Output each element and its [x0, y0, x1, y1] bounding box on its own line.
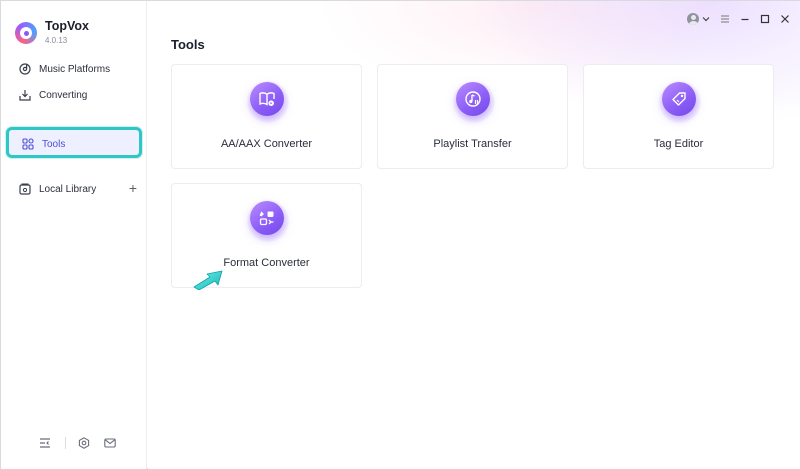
sidebar-item-label: Converting	[39, 89, 88, 101]
topvox-logo-icon	[15, 22, 37, 44]
minimize-icon[interactable]	[740, 14, 750, 24]
title-bar-controls	[677, 11, 790, 27]
main-content: Tools AA/AAX Converter Playlist Transfer…	[148, 1, 800, 469]
app-version: 4.0.13	[45, 36, 68, 45]
tool-card-label: AA/AAX Converter	[220, 138, 313, 150]
chevron-down-icon	[702, 17, 710, 22]
sidebar-item-label: Tools	[42, 138, 66, 150]
sidebar-item-music-platforms[interactable]: Music Platforms	[19, 56, 143, 82]
music-disc-icon	[19, 63, 31, 75]
maximize-icon[interactable]	[760, 14, 770, 24]
sidebar-item-label: Local Library	[39, 183, 97, 195]
sidebar-item-tools[interactable]: Tools	[6, 127, 142, 158]
tool-card-aa-aax-converter[interactable]: AA/AAX Converter	[171, 64, 362, 169]
pointer-arrow-icon	[193, 270, 223, 290]
user-account-menu[interactable]	[687, 13, 710, 25]
tool-card-label: Tag Editor	[653, 138, 704, 150]
close-icon[interactable]	[780, 14, 790, 24]
menu-icon[interactable]	[720, 14, 730, 24]
audiobook-icon	[250, 82, 284, 116]
download-tray-icon	[19, 89, 31, 101]
app-brand: TopVox 4.0.13	[15, 17, 89, 49]
tool-card-tag-editor[interactable]: Tag Editor	[583, 64, 774, 169]
add-library-button[interactable]: +	[129, 181, 137, 195]
format-swap-icon	[250, 201, 284, 235]
page-title: Tools	[171, 37, 205, 52]
settings-hex-icon[interactable]	[78, 437, 90, 449]
library-icon	[19, 183, 31, 195]
user-avatar-icon	[687, 13, 699, 25]
tool-card-label: Playlist Transfer	[433, 138, 512, 150]
divider	[65, 437, 66, 449]
tool-card-playlist-transfer[interactable]: Playlist Transfer	[377, 64, 568, 169]
sidebar-footer	[39, 437, 130, 449]
sidebar-item-label: Music Platforms	[39, 63, 111, 75]
sidebar-item-converting[interactable]: Converting	[19, 82, 143, 108]
playlist-music-icon	[456, 82, 490, 116]
sidebar: TopVox 4.0.13 Music Platforms Converting…	[1, 1, 147, 469]
sidebar-item-local-library[interactable]: Local Library +	[19, 176, 137, 202]
grid-icon	[22, 138, 34, 150]
mail-icon[interactable]	[104, 437, 116, 449]
app-name: TopVox	[45, 19, 89, 33]
collapse-sidebar-icon[interactable]	[39, 437, 51, 449]
app-window: TopVox 4.0.13 Music Platforms Converting…	[0, 0, 800, 469]
tag-icon	[662, 82, 696, 116]
